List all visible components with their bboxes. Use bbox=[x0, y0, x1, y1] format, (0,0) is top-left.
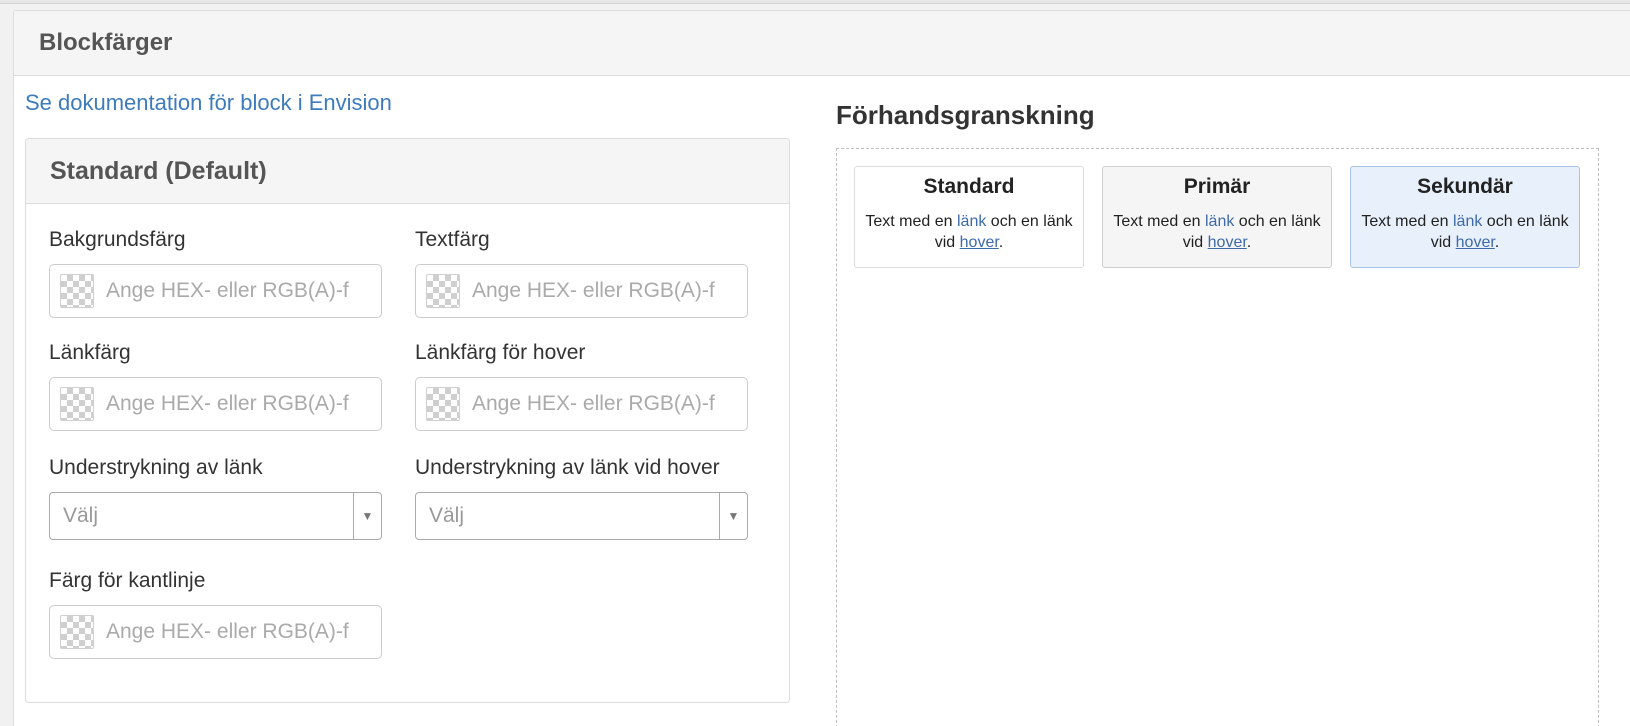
border-color-label: Färg för kantlinje bbox=[49, 569, 206, 592]
link-hover-color-input[interactable] bbox=[472, 392, 732, 416]
text-color-label: Textfärg bbox=[415, 228, 490, 251]
link-hover-underline-select[interactable]: Välj ▼ bbox=[415, 492, 748, 540]
link-underline-label: Understrykning av länk bbox=[49, 456, 263, 479]
documentation-link[interactable]: Se dokumentation för block i Envision bbox=[25, 90, 392, 116]
panel-title: Blockfärger bbox=[39, 29, 173, 56]
background-color-field: Bakgrundsfärg bbox=[49, 228, 382, 318]
preview-title: Förhandsgranskning bbox=[836, 100, 1095, 130]
link-hover-underline-label: Understrykning av länk vid hover bbox=[415, 456, 720, 479]
preview-card-text: Text med en länk och en länk vid hover. bbox=[1361, 213, 1569, 251]
text-color-field: Textfärg bbox=[415, 228, 748, 318]
preview-link[interactable]: länk bbox=[957, 213, 986, 230]
preview-area: Standard Text med en länk och en länk vi… bbox=[836, 148, 1599, 726]
preview-card-text: Text med en länk och en länk vid hover. bbox=[1113, 213, 1321, 251]
preview-hover-link[interactable]: hover bbox=[1456, 234, 1495, 251]
color-swatch-icon[interactable] bbox=[60, 387, 94, 421]
link-underline-field: Understrykning av länk Välj ▼ bbox=[49, 456, 382, 540]
dropdown-arrow-icon[interactable]: ▼ bbox=[719, 493, 747, 539]
background-color-input[interactable] bbox=[106, 279, 366, 303]
preview-card-title: Primär bbox=[1183, 175, 1251, 198]
color-swatch-icon[interactable] bbox=[426, 387, 460, 421]
preview-card-title: Standard bbox=[923, 175, 1015, 198]
color-swatch-icon[interactable] bbox=[60, 274, 94, 308]
dropdown-arrow-icon[interactable]: ▼ bbox=[353, 493, 381, 539]
background-color-input-wrap[interactable] bbox=[49, 264, 382, 318]
border-color-input[interactable] bbox=[106, 620, 366, 644]
preview-card-secondary: Sekundär Text med en länk och en länk vi… bbox=[1350, 166, 1580, 268]
link-hover-color-field: Länkfärg för hover bbox=[415, 341, 748, 431]
preview-link[interactable]: länk bbox=[1205, 213, 1234, 230]
link-underline-value: Välj bbox=[63, 504, 99, 527]
top-strip bbox=[0, 0, 1630, 4]
preview-card-standard: Standard Text med en länk och en länk vi… bbox=[854, 166, 1084, 268]
preview-card-text: Text med en länk och en länk vid hover. bbox=[865, 213, 1073, 251]
link-underline-select[interactable]: Välj ▼ bbox=[49, 492, 382, 540]
link-hover-color-input-wrap[interactable] bbox=[415, 377, 748, 431]
link-hover-underline-field: Understrykning av länk vid hover Välj ▼ bbox=[415, 456, 748, 540]
preview-hover-link[interactable]: hover bbox=[1208, 234, 1247, 251]
link-color-input-wrap[interactable] bbox=[49, 377, 382, 431]
link-color-label: Länkfärg bbox=[49, 341, 131, 364]
border-color-input-wrap[interactable] bbox=[49, 605, 382, 659]
standard-section: Standard (Default) Bakgrundsfärg Textfär… bbox=[25, 138, 790, 703]
link-hover-color-label: Länkfärg för hover bbox=[415, 341, 586, 364]
link-color-input[interactable] bbox=[106, 392, 366, 416]
text-color-input-wrap[interactable] bbox=[415, 264, 748, 318]
preview-card-title: Sekundär bbox=[1417, 175, 1513, 198]
preview-hover-link[interactable]: hover bbox=[960, 234, 999, 251]
text-color-input[interactable] bbox=[472, 279, 732, 303]
standard-section-title: Standard (Default) bbox=[50, 156, 267, 185]
preview-card-primary: Primär Text med en länk och en länk vid … bbox=[1102, 166, 1332, 268]
color-swatch-icon[interactable] bbox=[426, 274, 460, 308]
color-swatch-icon[interactable] bbox=[60, 615, 94, 649]
panel-header: Blockfärger bbox=[14, 11, 1630, 76]
link-hover-underline-value: Välj bbox=[429, 504, 465, 527]
standard-section-header: Standard (Default) bbox=[26, 139, 789, 204]
preview-link[interactable]: länk bbox=[1453, 213, 1482, 230]
border-color-field: Färg för kantlinje bbox=[49, 569, 382, 659]
background-color-label: Bakgrundsfärg bbox=[49, 228, 186, 251]
link-color-field: Länkfärg bbox=[49, 341, 382, 431]
